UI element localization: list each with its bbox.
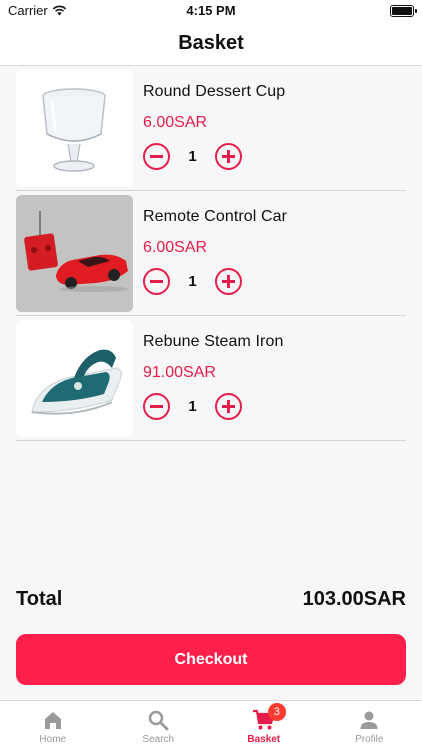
increase-quantity-button[interactable]	[215, 393, 242, 420]
tab-profile[interactable]: Profile	[317, 701, 422, 750]
tab-search[interactable]: Search	[106, 701, 212, 750]
checkout-button[interactable]: Checkout	[16, 634, 406, 685]
status-bar: Carrier 4:15 PM	[0, 0, 422, 22]
tab-label: Basket	[247, 734, 281, 745]
product-price: 91.00SAR	[143, 364, 216, 381]
status-time: 4:15 PM	[186, 3, 236, 18]
product-image-dessert-cup	[16, 70, 133, 187]
quantity-stepper: 1	[143, 143, 242, 170]
total-label: Total	[16, 588, 63, 610]
total-row: Total 103.00SAR	[16, 588, 406, 611]
basket-count-badge: 3	[267, 703, 286, 721]
product-price: 6.00SAR	[143, 114, 208, 131]
tab-label: Profile	[355, 734, 384, 745]
decrease-quantity-button[interactable]	[143, 393, 170, 420]
increase-quantity-button[interactable]	[215, 143, 242, 170]
page-title: Basket	[178, 32, 244, 54]
basket-item: Rebune Steam Iron 91.00SAR 1	[16, 316, 406, 441]
quantity-value: 1	[188, 273, 197, 290]
basket-item: Round Dessert Cup 6.00SAR 1	[16, 66, 406, 191]
navigation-bar: Basket	[0, 22, 422, 66]
quantity-stepper: 1	[143, 393, 242, 420]
product-name: Remote Control Car	[143, 208, 288, 225]
product-image-steam-iron	[16, 320, 133, 437]
product-name: Rebune Steam Iron	[143, 333, 284, 350]
quantity-value: 1	[188, 148, 197, 165]
search-icon	[149, 710, 169, 731]
tab-basket[interactable]: 3 Basket	[211, 701, 317, 750]
tab-bar: Home Search 3 Basket Profile	[0, 700, 422, 750]
total-value: 103.00SAR	[302, 588, 406, 610]
product-image-remote-car	[16, 195, 133, 312]
basket-list: Round Dessert Cup 6.00SAR 1 Remote Contr…	[0, 66, 422, 441]
tab-label: Home	[39, 734, 67, 745]
basket-item: Remote Control Car 6.00SAR 1	[16, 191, 406, 316]
tab-label: Search	[142, 734, 175, 745]
battery-icon	[390, 5, 417, 17]
product-price: 6.00SAR	[143, 239, 208, 256]
quantity-value: 1	[188, 398, 197, 415]
product-name: Round Dessert Cup	[143, 83, 286, 100]
decrease-quantity-button[interactable]	[143, 268, 170, 295]
decrease-quantity-button[interactable]	[143, 143, 170, 170]
tab-home[interactable]: Home	[0, 701, 106, 750]
profile-icon	[360, 711, 378, 729]
increase-quantity-button[interactable]	[215, 268, 242, 295]
home-icon	[44, 712, 61, 729]
quantity-stepper: 1	[143, 268, 242, 295]
